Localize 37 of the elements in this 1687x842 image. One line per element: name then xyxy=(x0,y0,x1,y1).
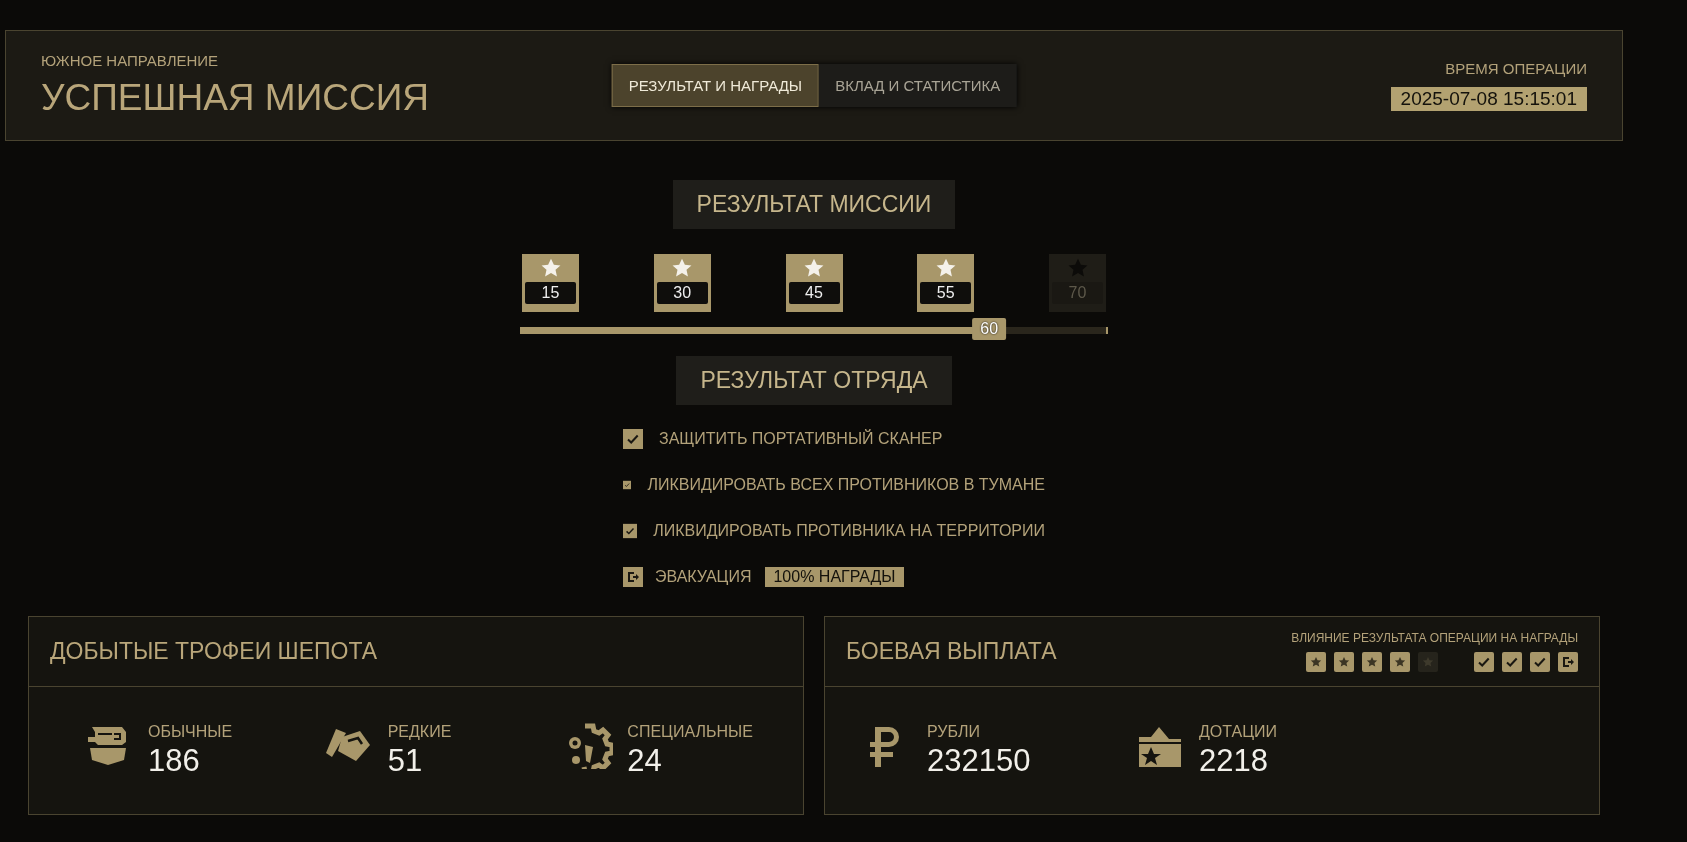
milestone-badge: 30 xyxy=(653,254,711,312)
stat-value: 24 xyxy=(627,742,663,779)
influence-label: ВЛИЯНИЕ РЕЗУЛЬТАТА ОПЕРАЦИИ НА НАГРАДЫ xyxy=(1291,631,1578,645)
star-icon xyxy=(803,257,825,279)
panel-title: ДОБЫТЫЕ ТРОФЕИ ШЕПОТА xyxy=(50,638,378,665)
tab[interactable]: РЕЗУЛЬТАТ И НАГРАДЫ xyxy=(611,64,820,107)
exit-icon xyxy=(623,567,643,587)
mission-title: УСПЕШНАЯ МИССИЯ xyxy=(41,77,429,119)
milestone-badge: 55 xyxy=(917,254,975,312)
section-heading: РЕЗУЛЬТАТ ОТРЯДА xyxy=(676,356,952,405)
stat-value: 51 xyxy=(387,742,424,779)
operation-time: 2025-07-08 15:15:01 xyxy=(1390,87,1587,111)
task-label: ЭВАКУАЦИЯ xyxy=(655,568,752,586)
stat-label: РЕДКИЕ xyxy=(387,722,452,741)
stat-label: РУБЛИ xyxy=(927,722,981,741)
panel-title: БОЕВАЯ ВЫПЛАТА xyxy=(846,638,1057,665)
task-label: ЛИКВИДИРОВАТЬ ВСЕХ ПРОТИВНИКОВ В ТУМАНЕ xyxy=(647,476,1045,494)
star-icon xyxy=(671,257,694,279)
tab[interactable]: ВКЛАД И СТАТИСТИКА xyxy=(819,64,1017,107)
milestone-badge: 15 xyxy=(522,254,579,312)
star-icon xyxy=(934,257,957,279)
stat-label: СПЕЦИАЛЬНЫЕ xyxy=(627,722,753,741)
milestone-badge: 45 xyxy=(785,254,843,312)
task-label: ЛИКВИДИРОВАТЬ ПРОТИВНИКА НА ТЕРРИТОРИИ xyxy=(653,522,1045,540)
stat-label: ОБЫЧНЫЕ xyxy=(148,722,233,741)
milestone-badge: 70 xyxy=(1049,254,1106,312)
progress-marker: 60 xyxy=(972,318,1007,340)
stat-value: 232150 xyxy=(927,742,1031,779)
stat-label: ДОТАЦИИ xyxy=(1199,722,1278,741)
reward-tag: 100% НАГРАДЫ xyxy=(765,567,904,587)
stat-value: 186 xyxy=(148,742,201,779)
time-label: ВРЕМЯ ОПЕРАЦИИ xyxy=(1445,60,1587,77)
task-label: ЗАЩИТИТЬ ПОРТАТИВНЫЙ СКАНЕР xyxy=(659,430,943,448)
stat-value: 2218 xyxy=(1199,742,1269,779)
section-heading: РЕЗУЛЬТАТ МИССИИ xyxy=(672,180,956,229)
region-label: ЮЖНОЕ НАПРАВЛЕНИЕ xyxy=(41,52,220,69)
star-icon xyxy=(539,257,562,279)
